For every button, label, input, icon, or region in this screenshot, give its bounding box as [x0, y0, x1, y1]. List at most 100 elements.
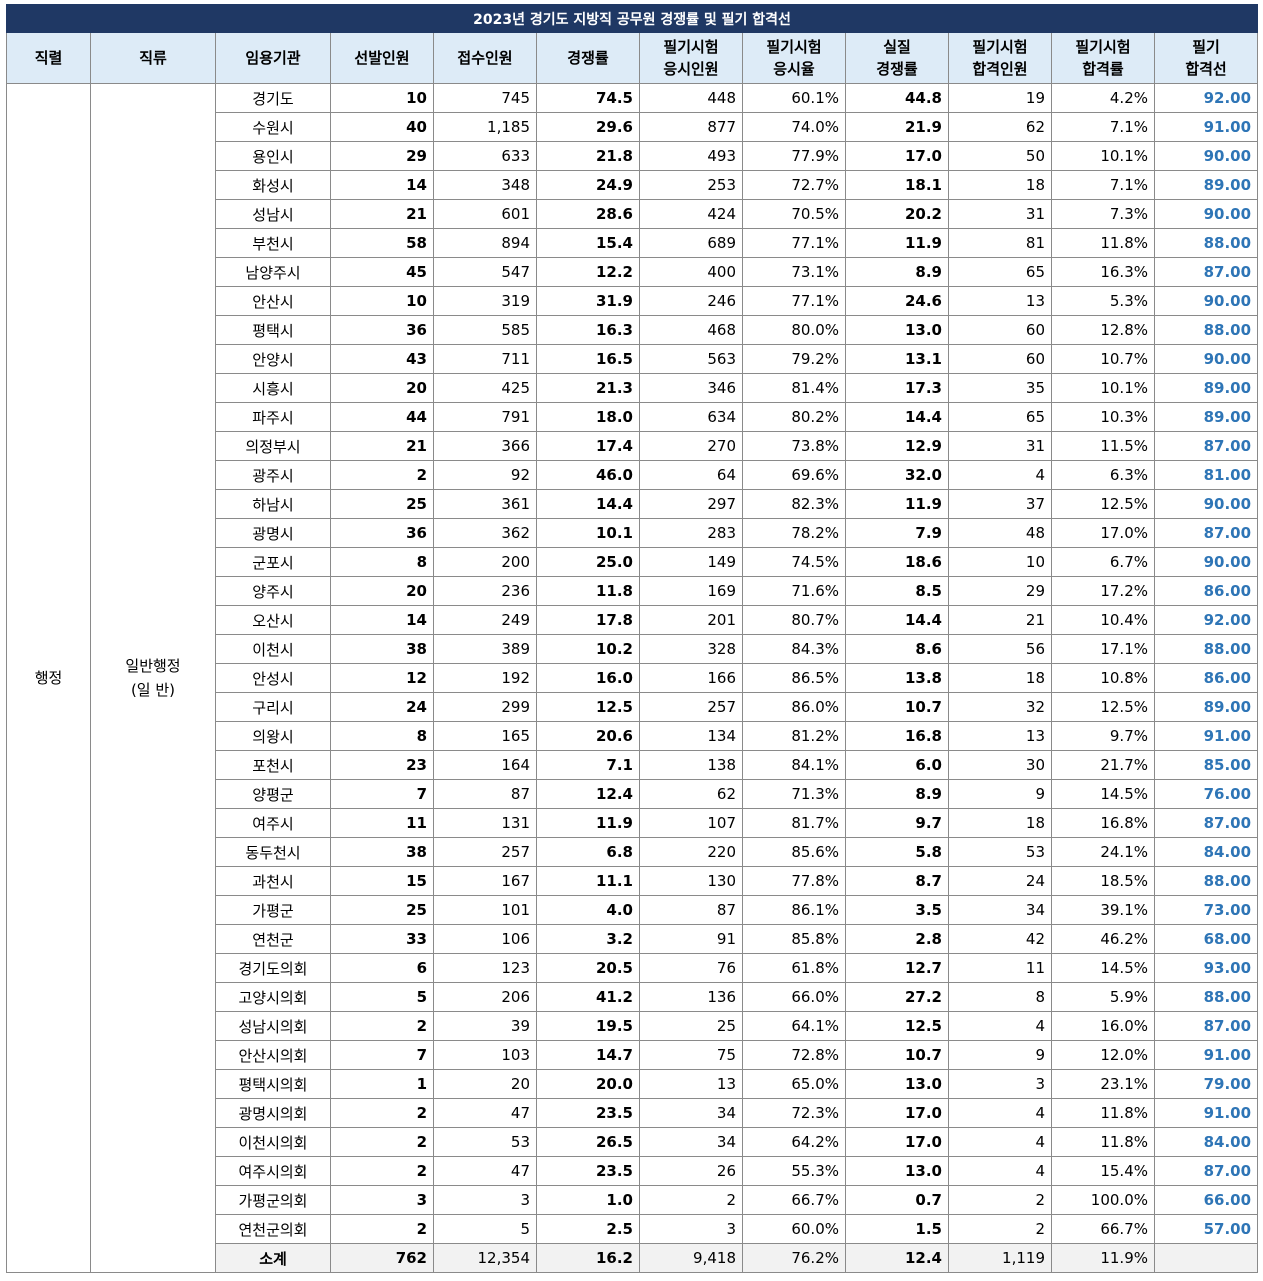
table-cell: 66.00 [1153, 1185, 1259, 1215]
table-cell: 16.8% [1051, 808, 1155, 838]
table-cell: 5 [433, 1214, 537, 1244]
table-cell: 23.5 [536, 1098, 640, 1128]
agency-cell: 과천시 [215, 866, 331, 896]
table-cell: 270 [639, 431, 743, 461]
table-cell: 7.1 [536, 750, 640, 780]
column-header: 선발인원 [330, 32, 434, 84]
table-cell: 5 [330, 982, 434, 1012]
table-cell: 16.0% [1051, 1011, 1155, 1041]
table-cell: 711 [433, 344, 537, 374]
table-cell: 88.00 [1153, 315, 1259, 345]
table-cell: 3 [330, 1185, 434, 1215]
table-cell: 2 [330, 1156, 434, 1186]
table-cell: 10.1 [536, 518, 640, 548]
table-cell: 10 [948, 547, 1052, 577]
table-cell: 30 [948, 750, 1052, 780]
table-cell: 37 [948, 489, 1052, 519]
table-cell: 3 [433, 1185, 537, 1215]
table-cell: 19 [948, 83, 1052, 113]
table-cell: 12 [330, 663, 434, 693]
table-cell: 257 [639, 692, 743, 722]
table-cell: 45 [330, 257, 434, 287]
table-cell: 12.5% [1051, 692, 1155, 722]
table-cell: 138 [639, 750, 743, 780]
table-cell: 29.6 [536, 112, 640, 142]
table-cell: 563 [639, 344, 743, 374]
column-header: 필기시험 응시율 [742, 32, 846, 84]
agency-cell: 여주시 [215, 808, 331, 838]
table-cell: 123 [433, 953, 537, 983]
table-cell: 62 [639, 779, 743, 809]
agency-cell: 하남시 [215, 489, 331, 519]
table-cell: 25 [330, 489, 434, 519]
table-cell: 448 [639, 83, 743, 113]
table-cell: 14.4 [536, 489, 640, 519]
column-header: 접수인원 [433, 32, 537, 84]
table-cell: 38 [330, 837, 434, 867]
table-cell: 136 [639, 982, 743, 1012]
table-cell: 87.00 [1153, 257, 1259, 287]
table-cell: 89.00 [1153, 373, 1259, 403]
column-header: 필기시험 합격인원 [948, 32, 1052, 84]
table-cell: 24 [948, 866, 1052, 896]
agency-cell: 동두천시 [215, 837, 331, 867]
column-header: 필기 합격선 [1153, 32, 1259, 84]
table-cell: 16.3% [1051, 257, 1155, 287]
table-cell: 5.3% [1051, 286, 1155, 316]
table-cell: 468 [639, 315, 743, 345]
table-cell: 53 [948, 837, 1052, 867]
table-cell: 17.1% [1051, 634, 1155, 664]
table-cell: 82.3% [742, 489, 846, 519]
table-cell: 76 [639, 953, 743, 983]
table-cell: 90.00 [1153, 489, 1259, 519]
table-cell: 425 [433, 373, 537, 403]
table-cell: 10 [330, 286, 434, 316]
table-cell: 16.3 [536, 315, 640, 345]
table-cell: 2.8 [845, 924, 949, 954]
table-cell: 10.7 [845, 1040, 949, 1070]
agency-cell: 양주시 [215, 576, 331, 606]
table-cell: 21.8 [536, 141, 640, 171]
table-cell: 91 [639, 924, 743, 954]
table-cell: 8.7 [845, 866, 949, 896]
table-cell: 90.00 [1153, 286, 1259, 316]
table-cell: 400 [639, 257, 743, 287]
table-cell: 28.6 [536, 199, 640, 229]
table-cell: 131 [433, 808, 537, 838]
agency-cell: 수원시 [215, 112, 331, 142]
table-cell: 236 [433, 576, 537, 606]
table-cell: 299 [433, 692, 537, 722]
table-cell: 86.0% [742, 692, 846, 722]
table-cell: 25.0 [536, 547, 640, 577]
table-cell: 103 [433, 1040, 537, 1070]
table-cell: 257 [433, 837, 537, 867]
table-cell: 18 [948, 663, 1052, 693]
table-cell: 31 [948, 199, 1052, 229]
table-cell: 17.2% [1051, 576, 1155, 606]
table-cell: 17.0% [1051, 518, 1155, 548]
category-cell: 일반행정 (일 반) [90, 83, 216, 1273]
subtotal-cell: 11.9% [1051, 1243, 1155, 1273]
table-cell: 6.8 [536, 837, 640, 867]
table-cell: 24.9 [536, 170, 640, 200]
agency-cell: 연천군의회 [215, 1214, 331, 1244]
table-cell: 60 [948, 344, 1052, 374]
table-cell: 7 [330, 1040, 434, 1070]
table-cell: 84.00 [1153, 1127, 1259, 1157]
table-cell: 2 [330, 1214, 434, 1244]
table-cell: 633 [433, 141, 537, 171]
table-cell: 2 [330, 1127, 434, 1157]
table-cell: 493 [639, 141, 743, 171]
table-body: 행정 일반행정 (일 반) 경기도 10 745 74.5 448 60.1% 44.8 19 4.2… [6, 83, 1259, 1273]
table-cell: 73.1% [742, 257, 846, 287]
table-cell: 130 [639, 866, 743, 896]
table-cell: 10.3% [1051, 402, 1155, 432]
agency-cell: 양평군 [215, 779, 331, 809]
table-cell: 894 [433, 228, 537, 258]
table-cell: 5.8 [845, 837, 949, 867]
table-cell: 10.7% [1051, 344, 1155, 374]
table-cell: 101 [433, 895, 537, 925]
table-cell: 79.2% [742, 344, 846, 374]
table-cell: 44.8 [845, 83, 949, 113]
table-cell: 86.00 [1153, 576, 1259, 606]
